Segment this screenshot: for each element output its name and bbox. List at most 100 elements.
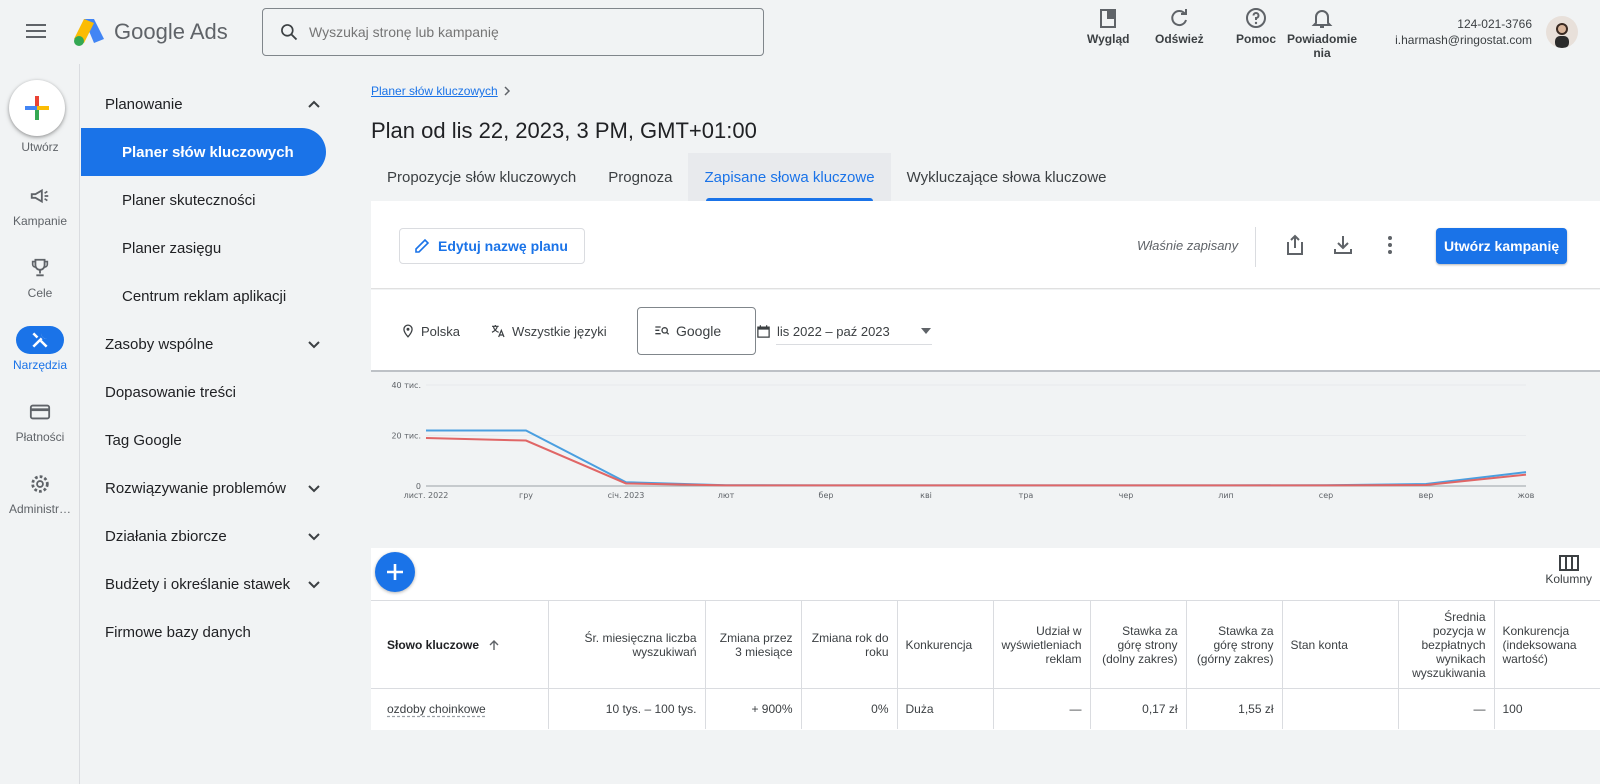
header-organic-position[interactable]: Średnia pozycja w bezpłatnych wynikach w… — [1398, 600, 1495, 689]
rail-item-billing[interactable]: Płatności — [0, 398, 80, 444]
chart-svg: 0 20 тис. 40 тис. лист. 2022 гру січ. 2023 лют… — [391, 381, 1534, 500]
plus-icon — [25, 96, 49, 120]
refresh-icon — [1171, 9, 1188, 27]
edit-plan-name-button[interactable]: Edytuj nazwę planu — [399, 228, 585, 264]
cell-bid-high: 1,55 zł — [1186, 688, 1283, 729]
sidebar-item-troubleshooting[interactable]: Rozwiązywanie problemów — [81, 464, 337, 512]
chart-x-tick-label: сер — [1319, 491, 1333, 500]
calendar-icon — [757, 324, 770, 338]
appearance-button[interactable]: Wygląd — [1087, 6, 1129, 46]
tab-keyword-ideas[interactable]: Propozycje słów kluczowych — [371, 153, 592, 201]
avatar[interactable] — [1546, 16, 1578, 48]
notifications-label-1: Powiadomie — [1287, 32, 1358, 46]
location-pin-icon — [403, 324, 413, 338]
date-underline — [776, 344, 932, 345]
header-avg-searches[interactable]: Śr. miesięczna liczba wyszukiwań — [548, 600, 706, 689]
sidebar-item-planning[interactable]: Planowanie — [81, 80, 337, 128]
sidebar-item-business-data[interactable]: Firmowe bazy danych — [81, 608, 337, 656]
cell-impression-share: — — [993, 688, 1091, 729]
add-keywords-button[interactable] — [375, 552, 415, 592]
logo-ads: Ads — [189, 19, 228, 44]
sidebar-item-app-ads-center[interactable]: Centrum reklam aplikacji — [81, 272, 337, 320]
header-competition-index[interactable]: Konkurencja (indeksowana wartość) — [1494, 600, 1600, 689]
language-filter[interactable]: Wszystkie języki — [490, 290, 607, 372]
campaigns-label: Kampanie — [12, 214, 68, 228]
tab-saved-keywords[interactable]: Zapisane słowa kluczowe — [688, 153, 891, 201]
google-ads-logo[interactable]: Google Ads — [72, 16, 228, 48]
sidebar-item-bulk-actions[interactable]: Działania zbiorcze — [81, 512, 337, 560]
billing-label: Płatności — [15, 430, 65, 444]
logo-google: Google — [114, 19, 185, 44]
search-box[interactable] — [262, 8, 764, 56]
header-keyword[interactable]: Słowo kluczowe — [371, 600, 549, 689]
cell-keyword[interactable]: ozdoby choinkowe — [371, 688, 549, 729]
search-volume-chart: 0 20 тис. 40 тис. лист. 2022 гру січ. 2023 лют… — [371, 374, 1600, 546]
edit-plan-name-label: Edytuj nazwę planu — [438, 238, 568, 254]
header-change-3m[interactable]: Zmiana przez 3 miesiące — [705, 600, 802, 689]
account-info[interactable]: 124-021-3766 i.harmash@ringostat.com — [1395, 16, 1532, 48]
search-input[interactable] — [309, 24, 729, 40]
cell-bid-low: 0,17 zł — [1090, 688, 1187, 729]
columns-label: Kolumny — [1545, 572, 1592, 586]
sidebar-item-label: Działania zbiorcze — [105, 527, 227, 545]
table-row[interactable]: ozdoby choinkowe 10 tys. – 100 tys. + 90… — [371, 688, 1600, 729]
header-bid-high[interactable]: Stawka za górę strony (górny zakres) — [1186, 600, 1283, 689]
sidebar-item-performance-planner[interactable]: Planer skuteczności — [81, 176, 337, 224]
keyword-text[interactable]: ozdoby choinkowe — [387, 702, 486, 716]
sidebar-item-label: Tag Google — [105, 431, 182, 449]
share-button[interactable] — [1283, 233, 1307, 257]
chevron-up-icon — [308, 100, 320, 108]
download-button[interactable] — [1331, 233, 1355, 257]
sidebar-item-google-tag[interactable]: Tag Google — [81, 416, 337, 464]
create-button[interactable] — [9, 80, 65, 136]
more-options-button[interactable] — [1378, 233, 1402, 257]
sidebar-item-reach-planner[interactable]: Planer zasięgu — [81, 224, 337, 272]
google-ads-logo-icon — [74, 19, 104, 46]
chart-series-line-1 — [425, 437, 1527, 487]
refresh-button[interactable]: Odśwież — [1155, 6, 1204, 46]
notifications-button[interactable]: Powiadomie nia — [1287, 6, 1357, 60]
trophy-icon — [31, 258, 49, 277]
chart-y-tick-label: 40 тис. — [391, 381, 421, 390]
sidebar-item-label: Dopasowanie treści — [105, 383, 236, 401]
breadcrumb-link[interactable]: Planer słów kluczowych — [371, 84, 498, 98]
help-label: Pomoc — [1236, 32, 1277, 46]
dropdown-arrow-icon — [920, 328, 931, 334]
date-range-filter[interactable]: lis 2022 – paź 2023 — [756, 307, 932, 355]
chart-x-tick-label: лист. 2022 — [404, 491, 449, 500]
sidebar-item-label: Centrum reklam aplikacji — [122, 287, 287, 305]
tab-negative-keywords[interactable]: Wykluczające słowa kluczowe — [891, 153, 1123, 201]
refresh-label: Odśwież — [1155, 32, 1204, 46]
sidebar-item-budgets-bidding[interactable]: Budżety i określanie stawek — [81, 560, 337, 608]
header-account-status[interactable]: Stan konta — [1282, 600, 1399, 689]
sidebar-item-label: Planer zasięgu — [122, 239, 222, 257]
network-filter[interactable]: Google — [637, 307, 756, 355]
chart-x-tick-label: чер — [1119, 491, 1134, 500]
cell-account-status — [1282, 688, 1399, 729]
search-icon — [281, 24, 298, 41]
sidebar-item-keyword-planner[interactable]: Planer słów kluczowych — [81, 128, 326, 176]
rail-item-goals[interactable]: Cele — [0, 254, 80, 300]
create-campaign-button[interactable]: Utwórz kampanię — [1436, 228, 1568, 264]
header-competition[interactable]: Konkurencja — [897, 600, 994, 689]
rail-item-admin[interactable]: Administr… — [0, 470, 80, 516]
header-impression-share[interactable]: Udział w wyświetleniach reklam — [993, 600, 1091, 689]
breadcrumb[interactable]: Planer słów kluczowych — [371, 84, 512, 98]
tab-forecast[interactable]: Prognoza — [592, 153, 688, 201]
chart-x-tick-label: лип — [1218, 491, 1234, 500]
chart-y-tick-label: 0 — [416, 482, 421, 491]
help-button[interactable]: Pomoc — [1236, 6, 1276, 46]
chart-x-tick-label: кві — [920, 491, 932, 500]
keywords-table-section: Kolumny Słowo kluczowe Śr. miesięczna li… — [371, 548, 1600, 730]
columns-button[interactable]: Kolumny — [1545, 554, 1592, 586]
header-change-yoy[interactable]: Zmiana rok do roku — [801, 600, 898, 689]
rail-item-tools[interactable]: Narzędzia — [0, 326, 80, 372]
location-filter[interactable]: Polska — [401, 290, 460, 372]
header-bid-low[interactable]: Stawka za górę strony (dolny zakres) — [1090, 600, 1187, 689]
date-range-label: lis 2022 – paź 2023 — [777, 323, 890, 339]
sidebar-item-shared-library[interactable]: Zasoby wspólne — [81, 320, 337, 368]
sidebar-item-content-suitability[interactable]: Dopasowanie treści — [81, 368, 337, 416]
menu-icon[interactable] — [24, 20, 48, 44]
appearance-icon — [1100, 9, 1117, 28]
rail-item-campaigns[interactable]: Kampanie — [0, 182, 80, 228]
